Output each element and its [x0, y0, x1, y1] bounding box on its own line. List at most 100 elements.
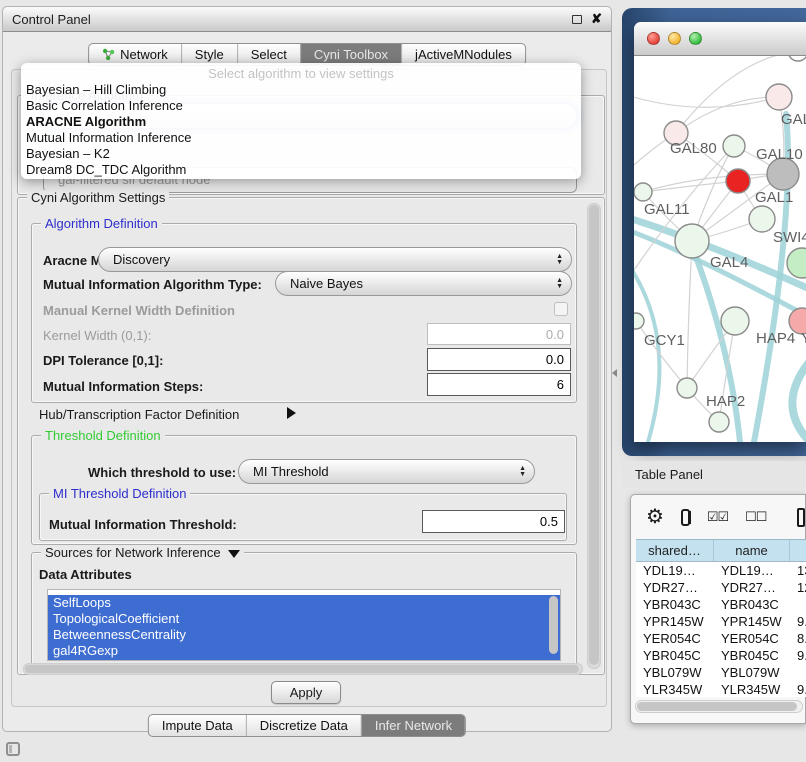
tab-select[interactable]: Select [237, 44, 300, 65]
network-node[interactable] [709, 412, 729, 432]
hide-columns-icon[interactable]: ☐☐ [745, 509, 766, 525]
cyni-bottom-tabbar: Impute Data Discretize Data Infer Networ… [148, 714, 466, 737]
algorithm-option[interactable]: Mutual Information Inference [21, 130, 581, 146]
network-node[interactable] [788, 56, 806, 61]
tab-cyni-toolbox[interactable]: Cyni Toolbox [300, 44, 401, 65]
table-toolbar: ⚙ ☑☑ ☐☐ [631, 495, 805, 539]
network-node-gal11[interactable] [634, 183, 652, 201]
network-node-hap2[interactable] [677, 378, 697, 398]
table-cell: YPR145W [714, 613, 790, 630]
settings-vertical-scrollbar[interactable] [587, 203, 601, 669]
stepper-icon: ▲▼ [556, 278, 563, 290]
minimized-panel-icon[interactable] [6, 742, 20, 756]
mi-type-combobox[interactable]: Naive Bayes ▲▼ [275, 271, 572, 296]
settings-hscrollbar-thumb[interactable] [25, 665, 579, 673]
kernel-width-field[interactable]: 0.0 [427, 323, 571, 345]
algorithm-option[interactable]: Basic Correlation Inference [21, 98, 581, 114]
node-label: GAL11 [644, 201, 690, 218]
table-cell: YLR345W [714, 681, 790, 697]
which-threshold-label: Which threshold to use: [88, 465, 236, 480]
data-attribute-item[interactable]: gal4RGexp [48, 643, 560, 659]
attributes-list-scrollbar[interactable] [549, 596, 558, 654]
data-attributes-list[interactable]: SelfLoopsTopologicalCoefficientBetweenne… [47, 589, 561, 661]
tab-impute-data[interactable]: Impute Data [149, 715, 246, 736]
dpi-tolerance-field[interactable]: 0.0 [427, 348, 571, 371]
split-columns-icon[interactable] [681, 509, 690, 526]
settings-vscrollbar-thumb[interactable] [589, 205, 599, 665]
mi-type-value: Naive Bayes [290, 276, 550, 291]
settings-horizontal-scrollbar[interactable] [23, 663, 583, 675]
table-row[interactable]: YLR345WYLR345W9. [636, 681, 806, 697]
network-node-gal[interactable] [766, 84, 792, 110]
algorithm-option[interactable]: Bayesian – K2 [21, 146, 581, 162]
table-row[interactable]: YBL079WYBL079W [636, 664, 806, 681]
data-attribute-item[interactable]: TopologicalCoefficient [48, 611, 560, 627]
float-panel-icon[interactable] [572, 15, 582, 24]
node-label: GAL4 [710, 254, 748, 271]
manual-kernel-label: Manual Kernel Width Definition [43, 303, 235, 318]
table-cell: YER054C [714, 630, 790, 647]
network-node-hap4[interactable] [721, 307, 749, 335]
node-label: GAL80 [670, 140, 717, 157]
network-node-gal10[interactable] [723, 135, 745, 157]
table-cell: 9. [790, 647, 806, 664]
network-node-swi4[interactable] [749, 206, 775, 232]
which-threshold-combobox[interactable]: MI Threshold ▲▼ [238, 459, 535, 484]
table-cell: YBR043C [636, 596, 714, 613]
collapse-down-icon[interactable] [228, 550, 240, 558]
tab-jactivemnodules[interactable]: jActiveMNodules [401, 44, 525, 65]
hub-definition-label[interactable]: Hub/Transcription Factor Definition [39, 407, 239, 422]
node-table: shared… name A YDL19…YDL19…13YDR27…YDR27… [636, 539, 806, 697]
table-cell: YBL079W [714, 664, 790, 681]
table-cell [790, 664, 806, 681]
aracne-mode-combobox[interactable]: Discovery ▲▼ [98, 247, 572, 272]
tab-discretize-data[interactable]: Discretize Data [246, 715, 361, 736]
gear-icon[interactable]: ⚙ [646, 507, 664, 527]
table-row[interactable]: YBR045CYBR045C9. [636, 647, 806, 664]
table-row[interactable]: YER054CYER054C8. [636, 630, 806, 647]
table-row[interactable]: YBR043CYBR043C [636, 596, 806, 613]
table-row[interactable]: YDL19…YDL19…13 [636, 562, 806, 579]
show-columns-icon[interactable]: ☑☑ [707, 509, 728, 525]
algorithm-option[interactable]: ARACNE Algorithm [21, 114, 581, 130]
table-row[interactable]: YPR145WYPR145W9. [636, 613, 806, 630]
manual-kernel-checkbox[interactable] [554, 302, 568, 316]
table-header-row: shared… name A [636, 540, 806, 562]
minimize-window-icon[interactable] [668, 32, 681, 45]
tab-network[interactable]: Network [89, 44, 181, 65]
splitter-collapse-arrow[interactable] [612, 369, 617, 377]
network-node-gal1[interactable] [726, 169, 750, 193]
apply-button[interactable]: Apply [271, 681, 341, 704]
zoom-window-icon[interactable] [689, 32, 702, 45]
data-attribute-item[interactable]: SelfLoops [48, 595, 560, 611]
table-hscrollbar-thumb[interactable] [637, 702, 797, 711]
algorithm-option[interactable]: Bayesian – Hill Climbing [21, 82, 581, 98]
network-tab-icon [102, 48, 115, 61]
algorithm-option[interactable]: Dream8 DC_TDC Algorithm [21, 162, 581, 178]
mi-type-label: Mutual Information Algorithm Type: [43, 277, 262, 292]
network-node[interactable] [787, 248, 806, 278]
column-header-clipped[interactable]: A [790, 540, 806, 561]
algorithm-dropdown-popup: Select algorithm to view settings Bayesi… [21, 63, 581, 179]
node-label: HAP2 [706, 393, 745, 410]
network-canvas[interactable]: GALGAL80GAL10GAL1GAL11SWI4GAL4GCY1HAP4YH… [634, 56, 806, 442]
export-table-icon[interactable] [797, 508, 805, 527]
expand-right-icon[interactable] [287, 407, 296, 419]
data-attribute-item[interactable]: BetweennessCentrality [48, 627, 560, 643]
close-panel-icon[interactable]: ✘ [591, 14, 602, 24]
network-node-gal4[interactable] [675, 224, 709, 258]
table-horizontal-scrollbar[interactable] [635, 700, 803, 713]
mi-steps-field[interactable]: 6 [427, 373, 571, 396]
tab-style[interactable]: Style [181, 44, 237, 65]
selection-fill [48, 659, 560, 661]
column-header-name[interactable]: name [714, 540, 790, 561]
table-row[interactable]: YDR27…YDR27…12 [636, 579, 806, 596]
column-header-shared-name[interactable]: shared… [636, 540, 714, 561]
network-node-gcy1[interactable] [634, 313, 644, 329]
close-window-icon[interactable] [647, 32, 660, 45]
tab-infer-network[interactable]: Infer Network [361, 715, 465, 736]
mi-threshold-field[interactable]: 0.5 [422, 510, 565, 533]
stepper-icon: ▲▼ [556, 254, 563, 266]
mi-threshold-label: Mutual Information Threshold: [49, 517, 237, 532]
threshold-definition-title: Threshold Definition [41, 428, 165, 443]
